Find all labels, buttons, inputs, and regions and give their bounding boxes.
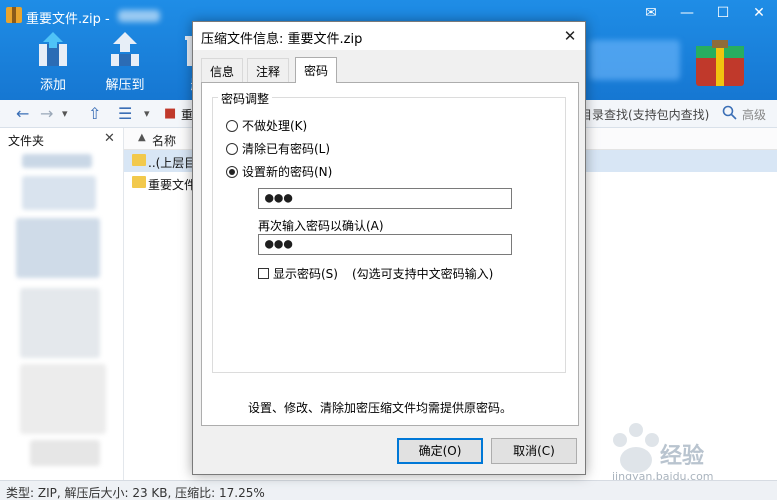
radio-clear-password[interactable]: 清除已有密码(L)	[226, 140, 330, 157]
blurred-region	[16, 218, 100, 278]
folder-icon	[132, 176, 146, 188]
archive-app-icon	[6, 7, 22, 23]
confirm-password-label: 再次输入密码以确认(A)	[258, 219, 384, 233]
radio-label: 清除已有密码(L)	[242, 142, 331, 156]
extract-button[interactable]: 解压到	[93, 30, 157, 93]
ok-button[interactable]: 确定(O)	[397, 438, 483, 464]
blurred-region	[590, 40, 680, 80]
minimize-button[interactable]: —	[669, 0, 705, 26]
folder-tree	[0, 128, 124, 480]
blurred-region	[30, 440, 100, 466]
blurred-region	[20, 288, 100, 358]
folder-icon	[132, 154, 146, 166]
archive-info-dialog: 压缩文件信息: 重要文件.zip ✕ 信息 注释 密码 密码调整 不做处理(K)…	[192, 21, 586, 475]
extract-label: 解压到	[105, 78, 145, 93]
radio-circle	[226, 119, 238, 132]
new-password-field[interactable]: ●●●	[258, 188, 512, 209]
view-list-icon[interactable]: ☰	[118, 104, 132, 123]
add-button[interactable]: 添加	[21, 30, 85, 93]
back-arrow-icon[interactable]: ←	[16, 104, 29, 123]
tab-password[interactable]: 密码	[295, 57, 338, 83]
show-password-label: 显示密码(S)	[273, 267, 338, 281]
chinese-password-hint: (勾选可支持中文密码输入)	[351, 267, 494, 281]
password-panel: 密码调整 不做处理(K) 清除已有密码(L) 设置新的密码(N) ●●● 再次输…	[201, 82, 579, 426]
search-input[interactable]: 目录查找(支持包内查找)	[580, 106, 709, 123]
advanced-search-link[interactable]: 高级	[742, 106, 766, 123]
show-password-checkbox[interactable]: 显示密码(S) (勾选可支持中文密码输入)	[258, 265, 493, 282]
search-icon[interactable]	[722, 104, 738, 122]
tab-comment[interactable]: 注释	[247, 58, 290, 82]
message-button[interactable]: ✉	[633, 0, 669, 26]
up-folder-icon[interactable]: ⇧	[88, 104, 101, 123]
blurred-region	[22, 176, 96, 210]
blurred-region	[22, 154, 92, 168]
forward-arrow-icon[interactable]: →	[40, 104, 53, 123]
confirm-password-field[interactable]: ●●●	[258, 234, 512, 255]
checkbox-box	[258, 268, 269, 279]
add-archive-icon	[39, 32, 67, 66]
cancel-button[interactable]: 取消(C)	[491, 438, 577, 464]
sort-ascending-icon: ▲	[138, 132, 146, 143]
archive-path-icon: ■	[164, 106, 177, 121]
radio-label: 设置新的密码(N)	[242, 165, 333, 179]
radio-set-new-password[interactable]: 设置新的密码(N)	[226, 163, 332, 180]
radio-circle-selected	[226, 165, 238, 178]
close-sidebar-icon[interactable]: ✕	[104, 131, 115, 146]
window-controls: ✉ — ☐ ✕	[633, 0, 777, 26]
chevron-down-icon[interactable]: ▾	[62, 107, 68, 120]
tab-info[interactable]: 信息	[201, 58, 244, 82]
blurred-region	[118, 10, 160, 22]
archive-logo-icon	[696, 40, 744, 86]
add-label: 添加	[39, 78, 66, 93]
radio-label: 不做处理(K)	[242, 119, 308, 133]
dialog-title-bar: 压缩文件信息: 重要文件.zip ✕	[193, 22, 585, 50]
dialog-title: 压缩文件信息: 重要文件.zip	[201, 32, 363, 47]
dialog-close-button[interactable]: ✕	[555, 22, 585, 50]
watermark-text: 经验	[660, 444, 705, 469]
status-bar: 类型: ZIP, 解压后大小: 23 KB, 压缩比: 17.25%	[0, 480, 777, 500]
file-name: ..(上层目	[148, 156, 197, 170]
extract-icon	[111, 32, 139, 66]
blurred-region	[20, 364, 106, 434]
status-text: 类型: ZIP, 解压后大小: 23 KB, 压缩比: 17.25%	[6, 486, 265, 500]
column-name[interactable]: 名称	[152, 132, 176, 149]
file-name: 重要文件	[148, 178, 197, 192]
app-title: 重要文件.zip -	[26, 12, 110, 27]
group-title: 密码调整	[218, 90, 273, 107]
sidebar-title: 文件夹	[8, 134, 45, 148]
radio-no-change[interactable]: 不做处理(K)	[226, 117, 307, 134]
radio-circle	[226, 142, 238, 155]
close-app-button[interactable]: ✕	[741, 0, 777, 26]
password-note: 设置、修改、清除加密压缩文件均需提供原密码。	[248, 401, 513, 415]
maximize-button[interactable]: ☐	[705, 0, 741, 26]
chevron-down-icon[interactable]: ▾	[144, 107, 150, 120]
